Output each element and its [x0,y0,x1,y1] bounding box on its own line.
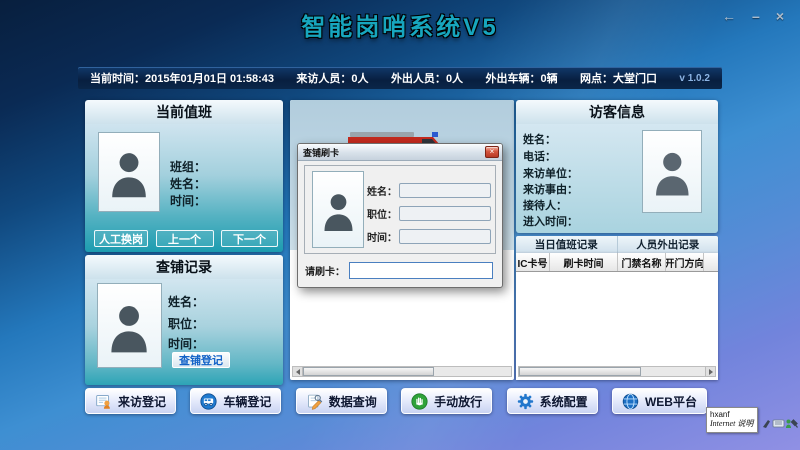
ime-wrench-icon [792,420,798,428]
page-title: 智能岗哨系统V5 [0,7,800,42]
bed-field-time: 时间： [168,335,204,352]
data-query-button[interactable]: 数据查询 [296,388,387,414]
current-duty-title: 当前值班 [85,100,283,124]
dialog-titlebar[interactable]: 查铺刷卡 [298,144,502,161]
bed-check-photo-placeholder [97,283,162,368]
status-site: 网点：大堂门口 [580,70,657,86]
dialog-time-input[interactable] [399,229,491,244]
scrollbar-thumb[interactable] [519,367,641,376]
table-horizontal-scrollbar[interactable] [518,366,716,377]
tab-today-duty-records[interactable]: 当日值班记录 [516,236,617,253]
dialog-content-box: 姓名： 职位： 时间： [304,165,496,254]
scroll-left-icon[interactable] [293,367,303,376]
scrollbar-thumb[interactable] [303,367,434,376]
status-out-personnel: 外出人员：0人 [391,70,463,86]
visitor-field-host: 接待人： [523,197,567,213]
tab-personnel-out-records[interactable]: 人员外出记录 [617,236,719,253]
version-label: v 1.0.2 [679,73,710,84]
visitor-photo-placeholder [642,130,702,213]
person-silhouette-icon [652,142,693,200]
camera-horizontal-scrollbar[interactable] [292,366,512,377]
system-config-icon [517,393,534,410]
col-swipe-time: 刷卡时间 [550,253,618,271]
duty-field-name: 姓名： [170,175,206,192]
status-visitor-count: 来访人员：0人 [296,70,368,86]
visitor-field-company: 来访单位： [523,165,578,181]
swipe-card-input[interactable] [349,262,493,279]
status-current-time: 当前时间：2015年01月01日 01:58:43 [90,70,274,86]
dialog-row-position: 职位： [367,206,491,221]
next-button[interactable]: 下一个 [221,230,278,247]
dialog-photo-placeholder [312,171,364,248]
current-duty-panel: 当前值班 班组： 姓名： 时间： 人工换岗 上一个 下一个 [85,100,283,252]
col-extra [704,253,718,271]
system-config-button[interactable]: 系统配置 [507,388,598,414]
scroll-right-icon[interactable] [705,367,715,376]
ime-person-icon [787,420,791,424]
dialog-row-name: 姓名： [367,183,491,198]
vehicle-register-icon [200,393,217,410]
visitor-field-reason: 来访事由： [523,181,578,197]
visitor-register-button[interactable]: 来访登记 [85,388,176,414]
manual-release-icon [411,393,428,410]
person-silhouette-icon [107,296,151,356]
vehicle-register-button[interactable]: 车辆登记 [190,388,281,414]
visitor-register-icon [95,393,112,410]
status-bar: 当前时间：2015年01月01日 01:58:43 来访人员：0人 外出人员：0… [78,67,722,89]
bed-check-title: 查铺记录 [85,255,283,279]
person-silhouette-icon [321,183,356,237]
person-silhouette-icon [108,144,150,200]
ime-pen-icon [763,420,770,428]
ime-toolbar[interactable] [762,417,798,429]
ime-keyboard-icon [773,420,784,427]
visitor-field-name: 姓名： [523,131,556,147]
col-door-name: 门禁名称 [618,253,666,271]
ime-tooltip-line1: hxanf [710,410,754,419]
duty-field-team: 班组： [170,158,206,175]
duty-buttons-row: 人工换岗 上一个 下一个 [94,230,278,247]
dialog-name-input[interactable] [399,183,491,198]
dialog-row-time: 时间： [367,229,491,244]
visitor-field-entry-time: 进入时间： [523,213,578,229]
dialog-position-input[interactable] [399,206,491,221]
visitor-info-body: 姓名： 电话： 来访单位： 来访事由： 接待人： 进入时间： [516,124,718,233]
web-platform-icon [622,393,639,410]
visitor-info-title: 访客信息 [516,100,718,124]
swipe-card-label: 请刷卡： [305,263,345,278]
window-controls: ← – × [722,8,784,24]
ime-tooltip-line2: Internet 说明 [710,419,754,429]
ime-tooltip: hxanf Internet 说明 [706,407,758,433]
visitor-info-panel: 访客信息 姓名： 电话： 来访单位： 来访事由： 接待人： 进入时间： [516,100,718,233]
bed-check-register-button[interactable]: 查铺登记 [172,352,230,368]
dialog-close-icon[interactable]: × [485,146,499,158]
bed-field-position: 职位： [168,315,204,332]
bottom-toolbar: 来访登记 车辆登记 数据查询 手动放行 系统配置 WEB平台 [85,388,707,414]
back-icon[interactable]: ← [722,8,736,24]
records-tabs: 当日值班记录 人员外出记录 [516,236,718,253]
col-door-direction: 开门方向 [666,253,704,271]
bed-check-body: 姓名： 职位： 时间： 查铺登记 [85,279,283,385]
duty-field-time: 时间： [170,192,206,209]
previous-button[interactable]: 上一个 [156,230,214,247]
data-query-icon [306,393,323,410]
bed-field-name: 姓名： [168,293,204,310]
web-platform-button[interactable]: WEB平台 [612,388,707,414]
records-table: IC卡号 刷卡时间 门禁名称 开门方向 [516,253,718,380]
bed-check-panel: 查铺记录 姓名： 职位： 时间： 查铺登记 [85,255,283,385]
bed-check-swipe-dialog: 查铺刷卡 × 姓名： 职位： 时间： 请刷卡： [297,143,503,288]
current-duty-body: 班组： 姓名： 时间： 人工换岗 上一个 下一个 [85,124,283,252]
status-out-vehicles: 外出车辆：0辆 [485,70,557,86]
duty-photo-placeholder [98,132,160,212]
manual-release-button[interactable]: 手动放行 [401,388,492,414]
visitor-field-phone: 电话： [523,148,556,164]
col-ic-card: IC卡号 [516,253,550,271]
minimize-icon[interactable]: – [752,8,760,24]
swipe-card-row: 请刷卡： [305,262,493,279]
manual-shift-button[interactable]: 人工换岗 [94,230,148,247]
records-table-header: IC卡号 刷卡时间 门禁名称 开门方向 [516,253,718,272]
close-icon[interactable]: × [776,8,784,24]
